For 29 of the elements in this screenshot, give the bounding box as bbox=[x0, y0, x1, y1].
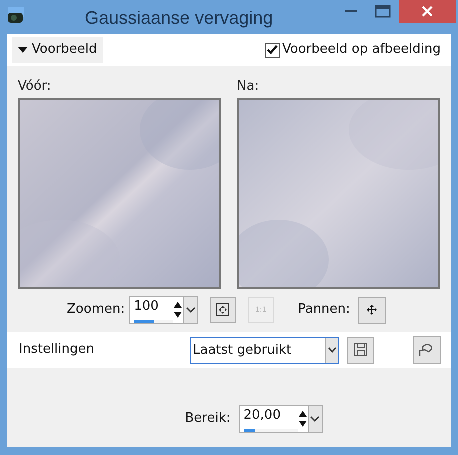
close-button[interactable] bbox=[399, 0, 456, 23]
pan-button[interactable] bbox=[358, 296, 386, 324]
preview-label: Vóór: bbox=[18, 78, 52, 96]
resource-button[interactable] bbox=[413, 336, 441, 364]
zoom-label: Zoomen: bbox=[67, 301, 126, 320]
checkbox[interactable] bbox=[264, 42, 280, 58]
chevron-down-icon[interactable] bbox=[310, 416, 320, 422]
move-icon bbox=[367, 305, 378, 315]
checkbox-label: Voorbeeld op afbeelding bbox=[282, 41, 441, 60]
spin-arrows-icon[interactable] bbox=[298, 409, 308, 429]
pan-label: Pannen: bbox=[298, 301, 350, 320]
maximize-icon[interactable] bbox=[375, 4, 391, 18]
number-field[interactable]: 20,00 bbox=[238, 405, 323, 433]
settings-label: Instellingen bbox=[19, 341, 96, 360]
camera-icon bbox=[7, 6, 25, 24]
close-icon[interactable] bbox=[422, 6, 433, 17]
caret-icon bbox=[18, 47, 28, 53]
chevron-down-icon[interactable] bbox=[186, 306, 196, 314]
number-field[interactable]: 100 bbox=[129, 296, 198, 324]
preview-toggle[interactable]: Voorbeeld bbox=[12, 37, 104, 63]
preset-dropdown[interactable]: Laatst gebruikt bbox=[190, 336, 339, 364]
chevron-down-icon bbox=[328, 347, 336, 353]
fit-icon bbox=[216, 303, 230, 317]
range-label: Bereik: bbox=[185, 410, 231, 428]
preview-label: Na: bbox=[237, 78, 260, 96]
spin-arrows-icon[interactable] bbox=[173, 300, 184, 320]
window-title: Gaussiaanse vervaging bbox=[85, 7, 274, 30]
save-button[interactable] bbox=[347, 336, 374, 364]
fit-button[interactable] bbox=[210, 297, 236, 323]
